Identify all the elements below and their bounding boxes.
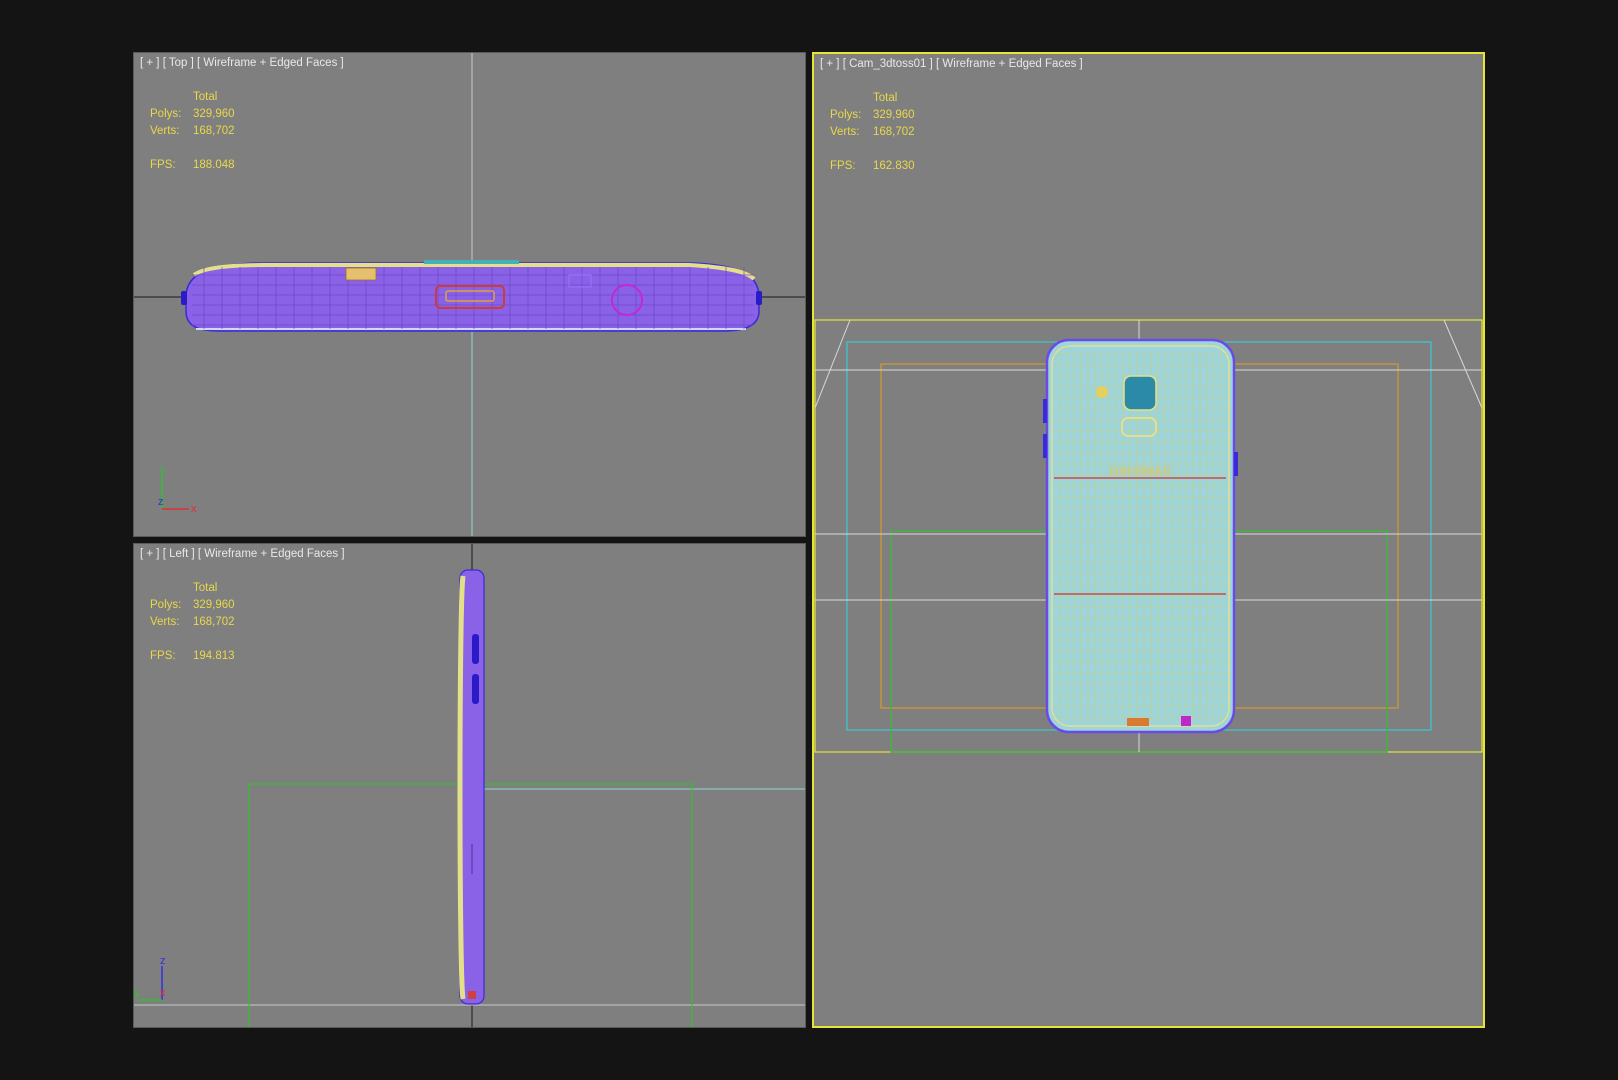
fps-value: 194.813 bbox=[193, 650, 235, 662]
camera-lens-icon bbox=[1123, 375, 1157, 411]
axis-tripod: z y x bbox=[134, 955, 166, 1001]
viewport-top-label: [ + ] [ Top ] [ Wireframe + Edged Faces … bbox=[140, 57, 344, 69]
fps-label: FPS: bbox=[150, 159, 176, 171]
axis-y-label: y bbox=[134, 987, 140, 999]
viewport-point-of-view-menu[interactable]: [ Top ] bbox=[163, 57, 194, 69]
phone-side-wireframe bbox=[457, 569, 485, 1005]
viewport-top[interactable]: [ + ] [ Top ] [ Wireframe + Edged Faces … bbox=[133, 52, 806, 537]
speaker-grille bbox=[1181, 716, 1191, 726]
stats-header: Total bbox=[193, 582, 218, 594]
viewport-menu-plus[interactable]: [ + ] bbox=[140, 57, 160, 69]
polys-value: 329,960 bbox=[873, 109, 915, 121]
verts-label: Verts: bbox=[830, 126, 860, 138]
viewport-point-of-view-menu[interactable]: [ Left ] bbox=[163, 548, 195, 560]
fps-label: FPS: bbox=[830, 160, 856, 172]
flash-icon bbox=[1096, 386, 1108, 398]
viewport-shading-menu[interactable]: [ Wireframe + Edged Faces ] bbox=[936, 58, 1083, 70]
brand-logo: SAMSUNG bbox=[1109, 464, 1170, 478]
polys-label: Polys: bbox=[830, 109, 862, 121]
viewport-camera[interactable]: [ + ] [ Cam_3dtoss01 ] [ Wireframe + Edg… bbox=[812, 52, 1485, 1028]
viewport-left-scene: z y x bbox=[134, 544, 805, 1027]
fps-value: 162.830 bbox=[873, 160, 915, 172]
verts-label: Verts: bbox=[150, 616, 180, 628]
viewport-top-scene: y z x bbox=[134, 53, 805, 536]
statistics-overlay: Total Polys: 329,960 Verts: 168,702 FPS: 19… bbox=[150, 580, 235, 665]
viewport-menu-plus[interactable]: [ + ] bbox=[820, 58, 840, 70]
axis-x-label: x bbox=[191, 503, 197, 515]
axis-z-label: z bbox=[158, 496, 164, 508]
polys-label: Polys: bbox=[150, 599, 182, 611]
viewport-shading-menu[interactable]: [ Wireframe + Edged Faces ] bbox=[197, 57, 344, 69]
polys-value: 329,960 bbox=[193, 599, 235, 611]
viewport-camera-label: [ + ] [ Cam_3dtoss01 ] [ Wireframe + Edg… bbox=[820, 58, 1083, 70]
phone-top-wireframe bbox=[181, 260, 762, 332]
axis-tripod: y z x bbox=[158, 464, 197, 515]
polys-label: Polys: bbox=[150, 108, 182, 120]
stats-header: Total bbox=[873, 92, 898, 104]
axis-z-label: z bbox=[160, 955, 166, 967]
verts-value: 168,702 bbox=[193, 125, 235, 137]
axis-x-label: x bbox=[160, 987, 166, 999]
viewport-point-of-view-menu[interactable]: [ Cam_3dtoss01 ] bbox=[843, 58, 933, 70]
axis-y-label: y bbox=[160, 464, 166, 476]
verts-value: 168,702 bbox=[873, 126, 915, 138]
polys-value: 329,960 bbox=[193, 108, 235, 120]
viewport-camera-scene: SAMSUNG bbox=[814, 319, 1483, 753]
statistics-overlay: Total Polys: 329,960 Verts: 168,702 FPS: 16… bbox=[830, 90, 915, 175]
viewport-left-label: [ + ] [ Left ] [ Wireframe + Edged Faces… bbox=[140, 548, 345, 560]
statistics-overlay: Total Polys: 329,960 Verts: 168,702 FPS: 18… bbox=[150, 89, 235, 174]
charging-port bbox=[1127, 718, 1149, 726]
viewport-shading-menu[interactable]: [ Wireframe + Edged Faces ] bbox=[198, 548, 345, 560]
fps-label: FPS: bbox=[150, 650, 176, 662]
phone-back-wireframe: SAMSUNG bbox=[1043, 338, 1238, 734]
fps-value: 188.048 bbox=[193, 159, 235, 171]
verts-value: 168,702 bbox=[193, 616, 235, 628]
viewport-menu-plus[interactable]: [ + ] bbox=[140, 548, 160, 560]
viewport-left[interactable]: [ + ] [ Left ] [ Wireframe + Edged Faces… bbox=[133, 543, 806, 1028]
stats-header: Total bbox=[193, 91, 218, 103]
verts-label: Verts: bbox=[150, 125, 180, 137]
